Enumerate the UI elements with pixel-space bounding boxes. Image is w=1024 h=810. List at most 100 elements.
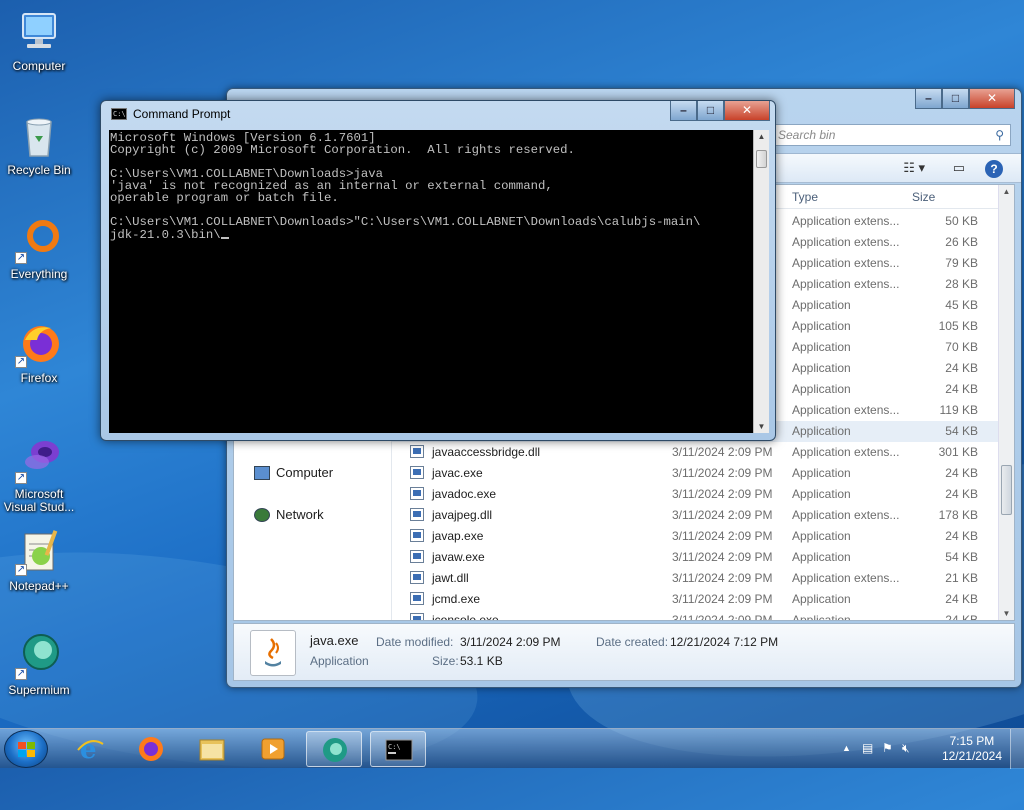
clock[interactable]: 7:15 PM 12/21/2024	[942, 734, 1002, 764]
computer-icon	[15, 8, 63, 56]
desktop-icon-notepad-plus-plus[interactable]: ↗ Notepad++	[2, 528, 76, 593]
row-type: Application extens...	[792, 445, 900, 459]
scroll-down-arrow-icon[interactable]: ▼	[754, 422, 769, 431]
desktop-icon-computer[interactable]: Computer	[2, 8, 76, 73]
nav-item-computer[interactable]: Computer	[254, 465, 333, 480]
desktop-icon-firefox[interactable]: ↗ Firefox	[2, 320, 76, 385]
title-bar[interactable]: C:\ Command Prompt	[111, 107, 230, 121]
desktop-icon-label: Notepad++	[9, 579, 69, 593]
close-button[interactable]: ✕	[969, 89, 1015, 109]
scrollbar-thumb[interactable]	[756, 150, 767, 168]
table-row[interactable]: jawt.dll 3/11/2024 2:09 PM Application ext…	[392, 568, 998, 589]
row-type: Application	[792, 466, 851, 480]
taskbar-internet-explorer[interactable]: e	[62, 731, 118, 767]
close-button[interactable]: ✕	[724, 101, 770, 121]
file-icon	[410, 529, 424, 542]
computer-icon	[254, 465, 270, 480]
start-button[interactable]	[4, 730, 48, 768]
taskbar-firefox[interactable]	[123, 731, 179, 767]
row-size: 24 KB	[945, 529, 978, 543]
nav-item-network[interactable]: Network	[254, 507, 324, 522]
table-row[interactable]: jcmd.exe 3/11/2024 2:09 PM Application 24 K…	[392, 589, 998, 610]
details-size-label: Size:	[432, 654, 459, 668]
maximize-button[interactable]: □	[942, 89, 969, 109]
details-date-created-label: Date created:	[596, 635, 669, 649]
row-name: javadoc.exe	[432, 487, 497, 501]
row-size: 24 KB	[945, 361, 978, 375]
table-row[interactable]: jconsole.exe 3/11/2024 2:09 PM Application…	[392, 610, 998, 620]
row-name: javajpeg.dll	[432, 508, 493, 522]
everything-icon: ↗	[15, 216, 63, 264]
desktop-icon-label: Everything	[10, 267, 68, 281]
volume-muted-icon[interactable]: 🔇︎	[902, 741, 910, 756]
row-size: 54 KB	[945, 424, 978, 438]
row-type: Application	[792, 529, 851, 543]
taskbar-supermium[interactable]	[306, 731, 362, 767]
row-size: 105 KB	[938, 319, 978, 333]
desktop-icon-visual-studio[interactable]: ↗ Microsoft Visual Stud...	[2, 436, 76, 514]
table-row[interactable]: javajpeg.dll 3/11/2024 2:09 PM Application…	[392, 505, 998, 526]
svg-text:C:\: C:\	[388, 743, 401, 751]
desktop-icon-label: Recycle Bin	[7, 163, 71, 177]
row-size: 54 KB	[945, 550, 978, 564]
row-size: 24 KB	[945, 466, 978, 480]
view-options-icon[interactable]: ☷ ▾	[903, 160, 925, 176]
console-line: Copyright (c) 2009 Microsoft Corporation…	[110, 143, 575, 157]
scrollbar-thumb[interactable]	[1001, 465, 1012, 515]
row-type: Application extens...	[792, 571, 900, 585]
row-size: 21 KB	[945, 571, 978, 585]
scroll-down-arrow-icon[interactable]: ▼	[999, 609, 1014, 618]
file-icon	[410, 613, 424, 620]
search-input[interactable]: Search bin ⚲	[771, 124, 1011, 146]
scroll-up-arrow-icon[interactable]: ▲	[999, 187, 1014, 196]
desktop-icon-recycle-bin[interactable]: Recycle Bin	[2, 112, 76, 177]
row-type: Application extens...	[792, 235, 900, 249]
details-date-created: 12/21/2024 7:12 PM	[670, 635, 779, 649]
table-row[interactable]: javadoc.exe 3/11/2024 2:09 PM Application 2…	[392, 484, 998, 505]
taskbar-media-player[interactable]	[245, 731, 301, 767]
help-icon[interactable]: ?	[985, 160, 1003, 178]
command-prompt-window[interactable]: C:\ Command Prompt – □ ✕ Microsoft Windo…	[100, 100, 776, 441]
row-name: javac.exe	[432, 466, 483, 480]
taskbar-file-explorer[interactable]	[184, 731, 240, 767]
window-title: Command Prompt	[133, 107, 231, 121]
system-tray: ▲ ▤ ⚑ 🔇︎ 7:15 PM 12/21/2024	[834, 729, 1024, 769]
desktop-icon-everything[interactable]: ↗ Everything	[2, 216, 76, 281]
details-size: 53.1 KB	[460, 654, 503, 668]
console-line: operable program or batch file.	[110, 191, 339, 205]
desktop-icon-supermium[interactable]: ↗ Supermium	[2, 632, 76, 697]
minimize-button[interactable]: –	[670, 101, 697, 121]
file-icon	[410, 445, 424, 458]
vertical-scrollbar[interactable]: ▲ ▼	[998, 185, 1014, 620]
minimize-button[interactable]: –	[915, 89, 942, 109]
search-placeholder: Search bin	[778, 128, 836, 142]
show-hidden-icons-icon[interactable]: ▲	[842, 743, 851, 753]
maximize-button[interactable]: □	[697, 101, 724, 121]
svg-text:e: e	[80, 736, 97, 762]
table-row[interactable]: javaw.exe 3/11/2024 2:09 PM Application 54 …	[392, 547, 998, 568]
action-center-flag-icon[interactable]: ⚑	[882, 741, 893, 755]
row-date: 3/11/2024 2:09 PM	[672, 487, 773, 501]
row-date: 3/11/2024 2:09 PM	[672, 445, 773, 459]
row-type: Application extens...	[792, 403, 900, 417]
taskbar-command-prompt[interactable]: C:\	[370, 731, 426, 767]
file-icon	[410, 571, 424, 584]
row-type: Application	[792, 340, 851, 354]
table-row[interactable]: javaaccessbridge.dll 3/11/2024 2:09 PM App…	[392, 442, 998, 463]
console-scrollbar[interactable]: ▲ ▼	[753, 130, 769, 433]
show-desktop-button[interactable]	[1010, 729, 1024, 769]
table-row[interactable]: javac.exe 3/11/2024 2:09 PM Application 24 …	[392, 463, 998, 484]
folder-icon	[198, 736, 226, 762]
command-prompt-icon: C:\	[111, 108, 127, 120]
column-header-type[interactable]: Type	[792, 190, 818, 204]
row-date: 3/11/2024 2:09 PM	[672, 613, 773, 620]
row-date: 3/11/2024 2:09 PM	[672, 529, 773, 543]
column-header-size[interactable]: Size	[912, 190, 935, 204]
network-icon[interactable]: ▤	[862, 741, 873, 755]
table-row[interactable]: javap.exe 3/11/2024 2:09 PM Application 24 …	[392, 526, 998, 547]
console-output[interactable]: Microsoft Windows [Version 6.1.7601] Copy…	[109, 130, 753, 433]
preview-pane-icon[interactable]: ▭	[953, 160, 965, 176]
firefox-icon	[137, 736, 165, 762]
scroll-up-arrow-icon[interactable]: ▲	[754, 132, 769, 141]
notepad-plus-plus-icon: ↗	[15, 528, 63, 576]
